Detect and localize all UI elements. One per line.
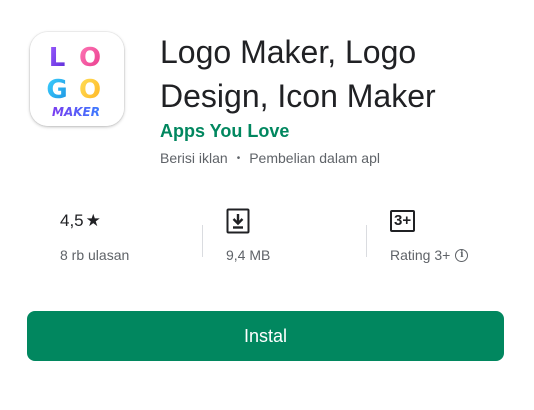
content-rating-label: Rating 3+	[390, 247, 451, 263]
reviews-count: 8 rb ulasan	[60, 247, 130, 263]
rating-stat[interactable]: 4,5 ★ 8 rb ulasan	[60, 205, 129, 275]
contains-ads-label: Berisi iklan	[160, 150, 228, 166]
info-icon[interactable]: i	[455, 248, 469, 262]
app-size: 9,4 MB	[226, 247, 271, 263]
in-app-purchases-label: Pembelian dalam apl	[249, 150, 380, 166]
app-title: Logo Maker, Logo Design, Icon Maker	[160, 34, 436, 114]
content-rating-stat[interactable]: 3+ Rating 3+ i	[390, 205, 469, 275]
app-meta: Berisi iklan • Pembelian dalam apl	[160, 150, 380, 166]
star-icon: ★	[85, 211, 101, 230]
content-rating-badge: 3+	[390, 210, 416, 232]
logo-maker-icon: L O G O MAKER	[30, 32, 124, 126]
size-stat: 9,4 MB	[226, 205, 270, 275]
developer-link[interactable]: Apps You Love	[160, 121, 289, 142]
stats-row: 4,5 ★ 8 rb ulasan 9,4 MB 3+ Rating 3+ i	[30, 205, 504, 275]
app-icon: L O G O MAKER	[30, 32, 124, 126]
download-icon	[226, 208, 250, 234]
icon-letter-2: O	[79, 43, 101, 73]
stat-divider	[366, 225, 367, 257]
rating-value: 4,5	[60, 211, 84, 230]
icon-sublabel: MAKER	[52, 105, 100, 119]
icon-letter-3: G	[46, 75, 67, 105]
icon-letter-4: O	[79, 75, 101, 105]
install-button[interactable]: Instal	[27, 311, 504, 361]
icon-letter-1: L	[49, 43, 66, 73]
meta-separator: •	[236, 152, 241, 164]
stat-divider	[202, 225, 203, 257]
